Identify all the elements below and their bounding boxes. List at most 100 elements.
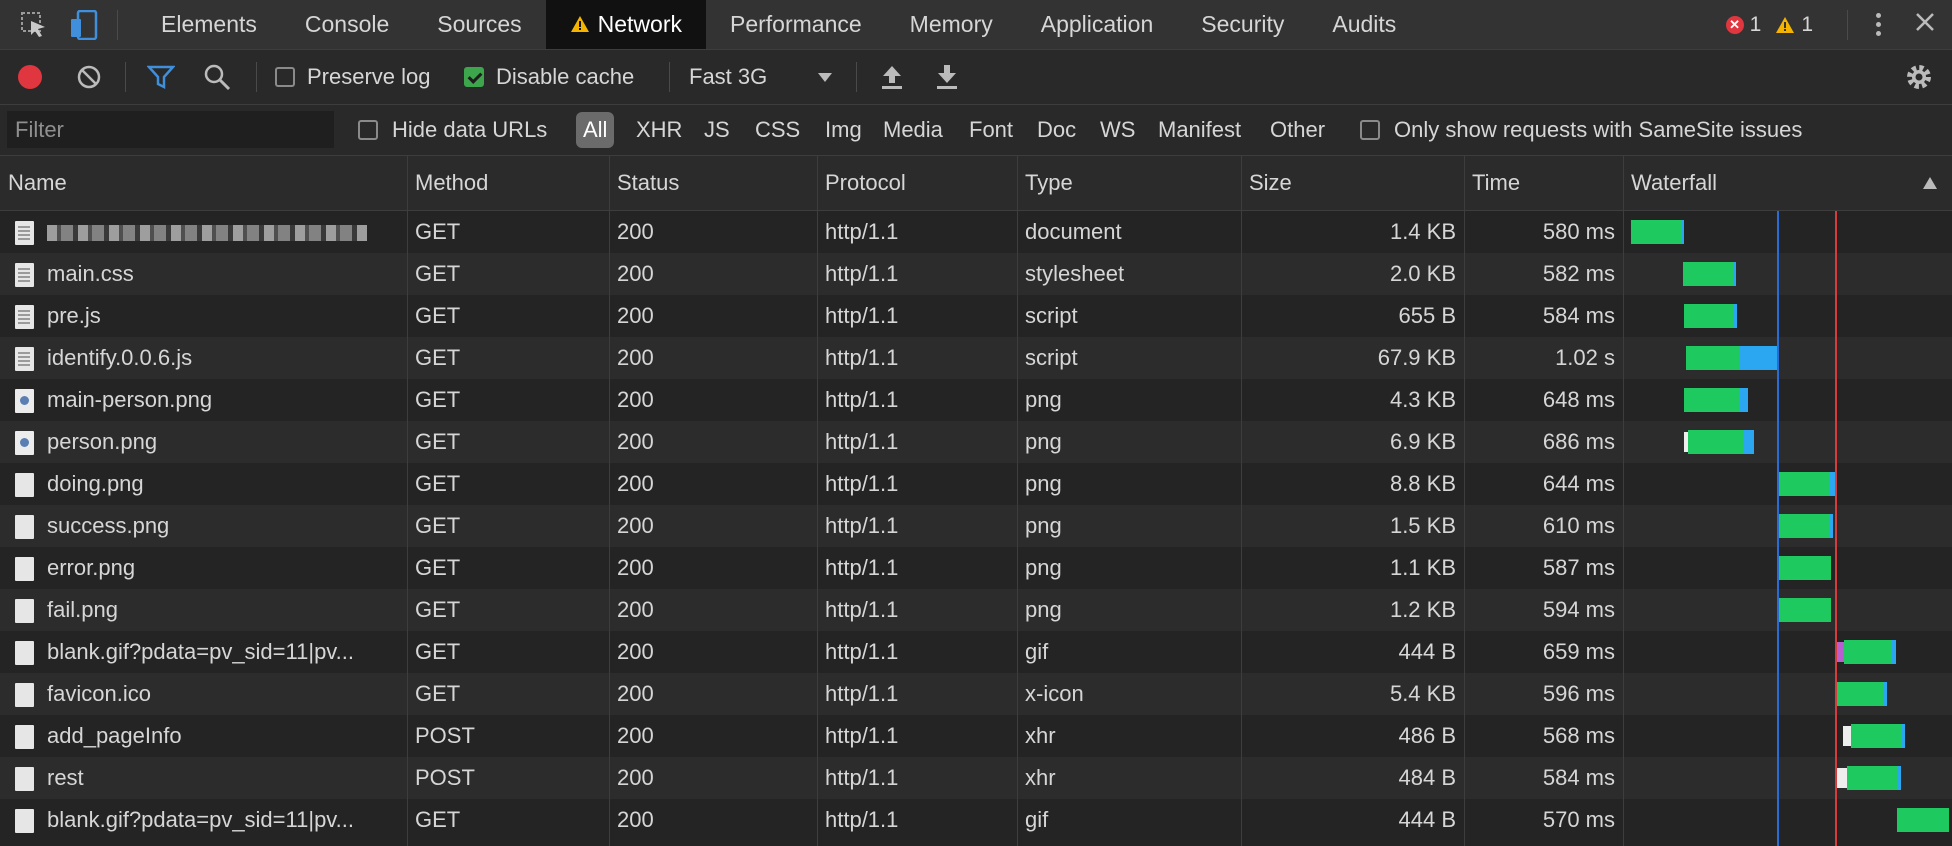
inspect-element-icon[interactable] <box>18 9 50 41</box>
type-filter-js[interactable]: JS <box>704 112 730 148</box>
record-button[interactable] <box>18 50 42 104</box>
tab-audits[interactable]: Audits <box>1308 0 1420 49</box>
table-row[interactable]: rest POST 200 http/1.1 xhr 484 B 584 ms <box>0 757 1952 799</box>
type-filter-xhr[interactable]: XHR <box>636 112 682 148</box>
cell-protocol: http/1.1 <box>825 639 899 664</box>
table-row[interactable]: main.css GET 200 http/1.1 stylesheet 2.0 KB 58… <box>0 253 1952 295</box>
type-filter-media[interactable]: Media <box>883 112 943 148</box>
cell-protocol: http/1.1 <box>825 219 899 244</box>
warning-count-badge[interactable]: 1 <box>1775 13 1813 37</box>
type-filter-font[interactable]: Font <box>969 112 1013 148</box>
tab-memory[interactable]: Memory <box>886 0 1017 49</box>
type-filter-ws[interactable]: WS <box>1100 112 1135 148</box>
error-count-badge[interactable]: ✕ 1 <box>1725 13 1761 37</box>
hide-data-urls-box <box>358 120 378 140</box>
table-row[interactable]: person.png GET 200 http/1.1 png 6.9 KB 686 ms <box>0 421 1952 463</box>
cell-method: POST <box>415 765 475 790</box>
waterfall-download-segment <box>1883 682 1887 706</box>
cell-size: 2.0 KB <box>1389 261 1456 286</box>
file-icon <box>15 809 34 833</box>
cell-time: 610 ms <box>1542 513 1615 538</box>
table-row[interactable]: blank.gif?pdata=pv_sid=11|pv... GET 200 htt… <box>0 799 1952 841</box>
column-header-size[interactable]: Size <box>1241 156 1464 210</box>
cell-status: 200 <box>617 303 654 328</box>
tab-elements[interactable]: Elements <box>137 0 281 49</box>
column-header-time[interactable]: Time <box>1464 156 1623 210</box>
type-filter-manifest[interactable]: Manifest <box>1158 112 1241 148</box>
table-row[interactable]: success.png GET 200 http/1.1 png 1.5 KB 610 ms <box>0 505 1952 547</box>
table-row[interactable]: error.png GET 200 http/1.1 png 1.1 KB 587 ms <box>0 547 1952 589</box>
cell-size: 67.9 KB <box>1377 345 1456 370</box>
table-row[interactable]: main-person.png GET 200 http/1.1 png 4.3 KB 64… <box>0 379 1952 421</box>
column-header-label: Time <box>1472 170 1521 195</box>
search-button[interactable] <box>203 50 231 104</box>
import-har-button[interactable] <box>879 50 905 104</box>
clear-button[interactable] <box>76 50 102 104</box>
export-har-button[interactable] <box>934 50 960 104</box>
column-header-status[interactable]: Status <box>609 156 817 210</box>
device-toolbar-icon[interactable] <box>68 9 100 41</box>
tab-console[interactable]: Console <box>281 0 413 49</box>
cell-size: 5.4 KB <box>1389 681 1456 706</box>
type-filter-img[interactable]: Img <box>825 112 862 148</box>
table-row[interactable]: doing.png GET 200 http/1.1 png 8.8 KB 644 ms <box>0 463 1952 505</box>
table-row[interactable]: pre.js GET 200 http/1.1 script 655 B 584 ms <box>0 295 1952 337</box>
cell-status: 200 <box>617 555 654 580</box>
column-header-protocol[interactable]: Protocol <box>817 156 1017 210</box>
file-icon <box>15 767 34 791</box>
table-row[interactable]: favicon.ico GET 200 http/1.1 x-icon 5.4 KB 596… <box>0 673 1952 715</box>
waterfall-download-segment <box>1740 388 1748 412</box>
cell-status: 200 <box>617 261 654 286</box>
filter-input[interactable] <box>7 111 334 148</box>
table-row[interactable]: fail.png GET 200 http/1.1 png 1.2 KB 594 ms <box>0 589 1952 631</box>
cell-protocol: http/1.1 <box>825 303 899 328</box>
cell-protocol: http/1.1 <box>825 597 899 622</box>
column-header-method[interactable]: Method <box>407 156 609 210</box>
column-header-type[interactable]: Type <box>1017 156 1241 210</box>
document-icon <box>15 221 34 245</box>
disable-cache-checkbox[interactable]: Disable cache <box>464 50 634 104</box>
column-header-label: Method <box>415 170 489 195</box>
more-options-icon[interactable] <box>1868 13 1888 36</box>
tab-sources[interactable]: Sources <box>413 0 545 49</box>
hide-data-urls-checkbox[interactable]: Hide data URLs <box>358 105 547 155</box>
cell-type: png <box>1025 471 1062 496</box>
cell-status: 200 <box>617 723 654 748</box>
tab-application[interactable]: Application <box>1017 0 1178 49</box>
cell-size: 4.3 KB <box>1389 387 1456 412</box>
type-filter-doc[interactable]: Doc <box>1037 112 1076 148</box>
tab-network[interactable]: Network <box>545 0 706 49</box>
error-icon: ✕ <box>1725 15 1744 34</box>
cell-size: 444 B <box>1398 807 1457 832</box>
type-filter-css[interactable]: CSS <box>755 112 800 148</box>
table-row[interactable]: identify.0.0.6.js GET 200 http/1.1 script 67.… <box>0 337 1952 379</box>
cell-method: GET <box>415 639 461 664</box>
filter-toggle-button[interactable] <box>147 50 175 104</box>
type-filter-other[interactable]: Other <box>1270 112 1325 148</box>
tab-performance[interactable]: Performance <box>706 0 886 49</box>
samesite-issues-checkbox[interactable]: Only show requests with SameSite issues <box>1360 105 1802 155</box>
type-filter-all[interactable]: All <box>576 112 615 148</box>
warning-icon <box>570 15 589 32</box>
panel-tabs: Elements Console Sources Network Performance… <box>137 0 1420 49</box>
tab-label: Application <box>1040 11 1154 37</box>
column-header-waterfall[interactable]: Waterfall <box>1623 156 1952 210</box>
disable-cache-box <box>464 67 484 87</box>
cell-method: GET <box>415 219 461 244</box>
tab-label: Network <box>597 11 682 37</box>
column-header-label: Size <box>1249 170 1292 195</box>
sort-ascending-icon[interactable] <box>1922 176 1938 190</box>
column-header-name[interactable]: Name <box>0 156 407 210</box>
preserve-log-checkbox[interactable]: Preserve log <box>275 50 431 104</box>
document-icon <box>15 305 34 329</box>
cell-protocol: http/1.1 <box>825 681 899 706</box>
table-row[interactable]: add_pageInfo POST 200 http/1.1 xhr 486 B 568 m… <box>0 715 1952 757</box>
table-row[interactable]: blank.gif?pdata=pv_sid=11|pv... GET 200 htt… <box>0 631 1952 673</box>
cell-size: 655 B <box>1398 303 1457 328</box>
close-devtools-icon[interactable] <box>1914 11 1936 39</box>
column-header-label: Type <box>1025 170 1073 195</box>
tab-security[interactable]: Security <box>1177 0 1308 49</box>
table-row[interactable]: GET 200 http/1.1 document 1.4 KB 580 ms <box>0 211 1952 253</box>
network-settings-button[interactable] <box>1904 50 1934 104</box>
throttling-select[interactable]: Fast 3G <box>689 50 839 104</box>
